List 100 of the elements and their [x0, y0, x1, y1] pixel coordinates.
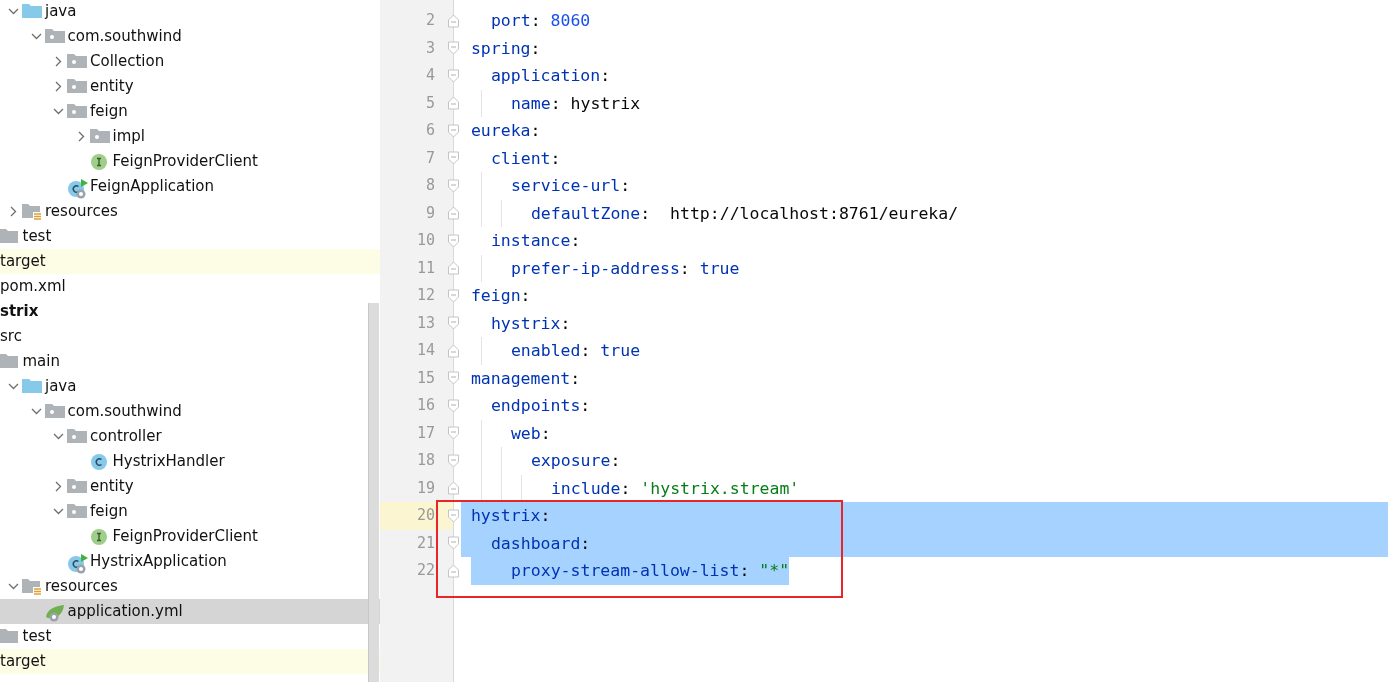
fold-icon[interactable]	[447, 316, 459, 331]
fold-end-icon[interactable]	[447, 481, 459, 496]
scrollbar-thumb[interactable]	[368, 303, 379, 682]
chevron-right-icon[interactable]	[53, 81, 64, 92]
tree-item[interactable]: FeignProviderClient	[0, 524, 380, 549]
chevron-down-icon[interactable]	[30, 31, 42, 42]
chevron-down-icon[interactable]	[53, 106, 64, 117]
line-number: 7	[424, 147, 436, 169]
chevron-down-icon[interactable]	[8, 6, 19, 17]
tree-item[interactable]: application.yml	[0, 599, 380, 624]
line-number: 22	[415, 560, 436, 581]
tree-item[interactable]: entity	[0, 74, 380, 99]
line-number: 12	[415, 285, 436, 306]
tree-item-label: main	[22, 352, 60, 371]
code-line: proxy-stream-allow-list: "*"	[510, 561, 790, 580]
tree-item-label: Collection	[90, 52, 165, 71]
fold-icon[interactable]	[447, 68, 459, 83]
line-number: 21	[415, 532, 436, 554]
line-number: 19	[415, 477, 436, 499]
tree-item[interactable]: test	[0, 224, 380, 249]
code-line: feign:	[470, 286, 531, 305]
line-number: 2	[424, 10, 436, 31]
tree-item[interactable]: feign	[0, 499, 380, 524]
chevron-right-icon[interactable]	[53, 481, 64, 492]
fold-end-icon[interactable]	[447, 343, 459, 358]
chevron-down-icon[interactable]	[30, 406, 42, 417]
tree-item-label: resources	[45, 577, 118, 596]
tree-item[interactable]: resources	[0, 199, 380, 224]
fold-icon[interactable]	[447, 178, 459, 193]
tree-item[interactable]: pom.xml	[0, 274, 380, 299]
tree-item[interactable]: FeignProviderClient	[0, 149, 380, 174]
line-number: 3	[424, 37, 436, 59]
chevron-down-icon[interactable]	[53, 431, 64, 442]
tree-item-label: controller	[90, 427, 162, 446]
chevron-down-icon[interactable]	[8, 381, 19, 392]
leaf-gear-icon	[44, 603, 67, 623]
chevron-down-icon[interactable]	[53, 506, 64, 517]
code-line: defaultZone: http://localhost:8761/eureka/	[530, 203, 959, 223]
code-line: application:	[490, 66, 611, 85]
code-line: eureka:	[470, 121, 541, 140]
fold-icon[interactable]	[447, 288, 459, 303]
tree-item[interactable]: controller	[0, 424, 380, 449]
fold-icon[interactable]	[447, 508, 459, 523]
line-number: 15	[415, 367, 436, 389]
tree-item[interactable]: src	[0, 324, 380, 349]
line-number: 13	[415, 312, 436, 334]
fold-icon[interactable]	[447, 123, 459, 138]
tree-item-label: src	[0, 327, 22, 346]
code-line: name: hystrix	[510, 93, 641, 113]
resources-folder-icon	[22, 578, 42, 596]
tree-item[interactable]: java	[0, 0, 380, 24]
tree-item[interactable]: target	[0, 649, 380, 674]
tree-item[interactable]: strix	[0, 299, 380, 324]
interface-icon	[89, 528, 108, 546]
code-line: endpoints:	[490, 396, 591, 415]
fold-icon[interactable]	[447, 41, 459, 56]
tree-item[interactable]: test	[0, 624, 380, 649]
fold-end-icon[interactable]	[447, 563, 459, 578]
tree-item-label: FeignApplication	[90, 177, 215, 196]
package-folder-icon	[89, 128, 110, 144]
fold-icon[interactable]	[447, 398, 459, 413]
tree-item[interactable]: target	[0, 249, 380, 274]
tree-item[interactable]: com.southwind	[0, 399, 380, 424]
fold-end-icon[interactable]	[447, 206, 459, 221]
tree-item[interactable]: entity	[0, 474, 380, 499]
chevron-right-icon[interactable]	[8, 206, 19, 217]
code-line: client:	[490, 148, 561, 168]
fold-end-icon[interactable]	[447, 13, 459, 28]
tree-item[interactable]: impl	[0, 124, 380, 149]
tree-item-label: impl	[112, 127, 145, 146]
tree-item[interactable]: feign	[0, 99, 380, 124]
tree-item-label: target	[0, 652, 46, 671]
code-line: hystrix:	[490, 313, 571, 333]
tree-item[interactable]: main	[0, 349, 380, 374]
fold-end-icon[interactable]	[447, 261, 459, 276]
tree-item[interactable]: com.southwind	[0, 24, 380, 49]
chevron-down-icon[interactable]	[8, 581, 19, 592]
fold-icon[interactable]	[447, 453, 459, 468]
tree-item-label: java	[45, 377, 77, 396]
fold-icon[interactable]	[447, 426, 459, 441]
fold-icon[interactable]	[447, 371, 459, 386]
line-number: 14	[415, 340, 436, 361]
code-line: management:	[470, 368, 581, 388]
tree-item-label: feign	[90, 102, 128, 121]
code-line: service-url:	[510, 176, 631, 195]
tree-item[interactable]: HystrixHandler	[0, 449, 380, 474]
fold-icon[interactable]	[447, 233, 459, 248]
tree-item[interactable]: resources	[0, 574, 380, 599]
folder-icon	[0, 353, 18, 369]
fold-icon[interactable]	[447, 536, 459, 551]
tree-item[interactable]: java	[0, 374, 380, 399]
package-folder-icon	[67, 78, 87, 94]
fold-end-icon[interactable]	[447, 96, 459, 111]
fold-icon[interactable]	[447, 151, 459, 166]
line-number: 9	[424, 202, 436, 224]
tree-item[interactable]: HystrixApplication	[0, 549, 380, 574]
chevron-right-icon[interactable]	[53, 56, 64, 67]
tree-item[interactable]: Collection	[0, 49, 380, 74]
tree-item[interactable]: FeignApplication	[0, 174, 380, 199]
line-number: 11	[415, 257, 436, 279]
